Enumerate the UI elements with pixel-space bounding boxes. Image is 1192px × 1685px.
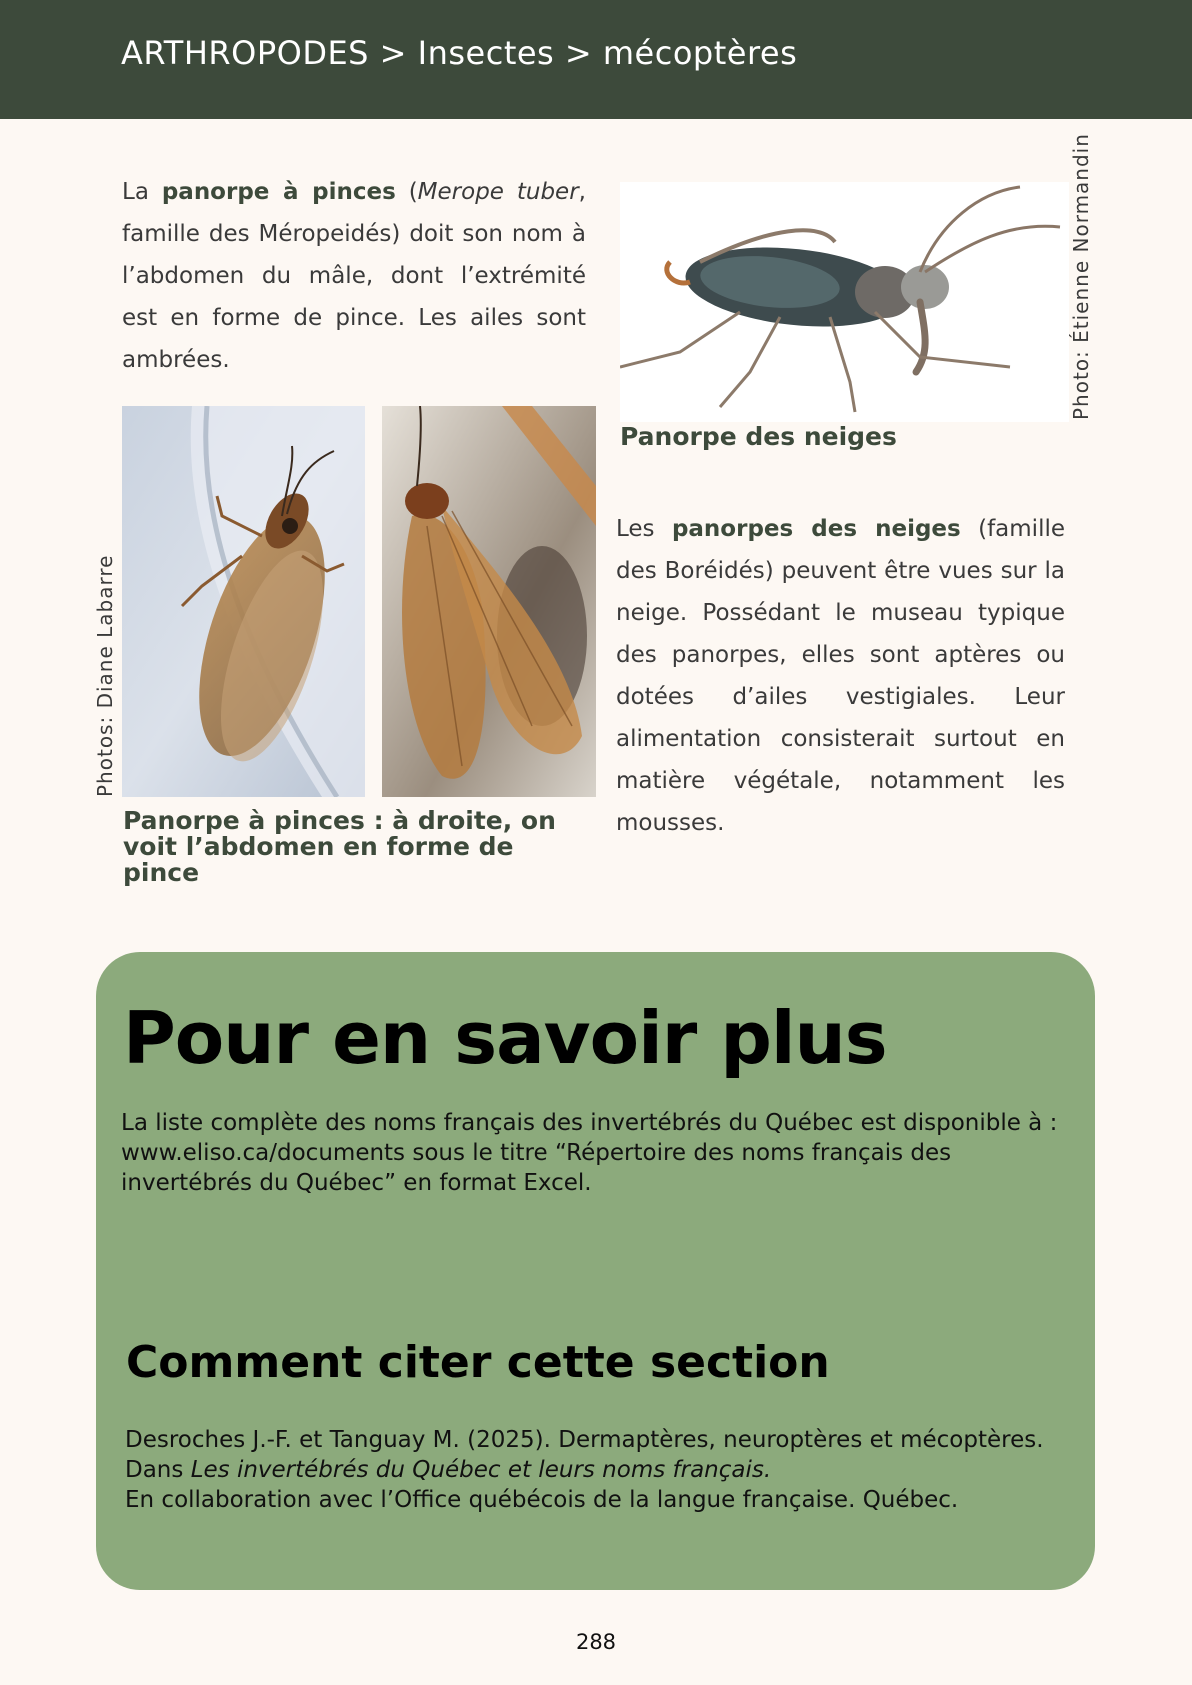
- text-run: (: [395, 179, 418, 205]
- photo-panorpe-a-pinces-1: [122, 406, 365, 797]
- species-name-bold: panorpes des neiges: [671, 516, 961, 542]
- text-run: (famille des Boréidés) peuvent être vues…: [616, 516, 1065, 836]
- text-run: La: [122, 179, 162, 205]
- page-header: ARTHROPODES > Insectes > mécoptères: [0, 0, 1192, 119]
- info-box-title: Pour en savoir plus: [123, 996, 888, 1080]
- text-run: , famille des Méropeidés) doit son nom à…: [122, 179, 586, 373]
- caption-panorpe-a-pinces: Panorpe à pinces : à droite, on voit l’a…: [123, 806, 556, 887]
- paragraph-panorpe-a-pinces: La panorpe à pinces (Merope tuber, famil…: [122, 171, 586, 381]
- photo-panorpe-des-neiges: [620, 182, 1069, 422]
- info-box-text: La liste complète des noms français des …: [121, 1110, 1058, 1196]
- photo-panorpe-a-pinces-2: [382, 406, 596, 797]
- text-run: En collaboration avec l’Office québécois…: [125, 1487, 959, 1513]
- paragraph-panorpes-des-neiges: Les panorpes des neiges (famille des Bor…: [616, 508, 1065, 844]
- scientific-name: Merope tuber: [417, 179, 579, 205]
- species-name-bold: panorpe à pinces: [161, 179, 396, 205]
- text-run: Les: [616, 516, 672, 542]
- caption-panorpe-des-neiges: Panorpe des neiges: [620, 422, 897, 451]
- photo-credit-left: Photos: Diane Labarre: [93, 554, 117, 797]
- page-number: 288: [575, 1630, 617, 1654]
- photo-credit-right: Photo: Étienne Normandin: [1069, 133, 1093, 420]
- citation-title: Comment citer cette section: [126, 1337, 830, 1388]
- breadcrumb: ARTHROPODES > Insectes > mécoptères: [121, 34, 798, 72]
- publication-title: Les invertébrés du Québec et leurs noms …: [190, 1457, 772, 1483]
- citation-text: Desroches J.-F. et Tanguay M. (2025). De…: [125, 1425, 1085, 1515]
